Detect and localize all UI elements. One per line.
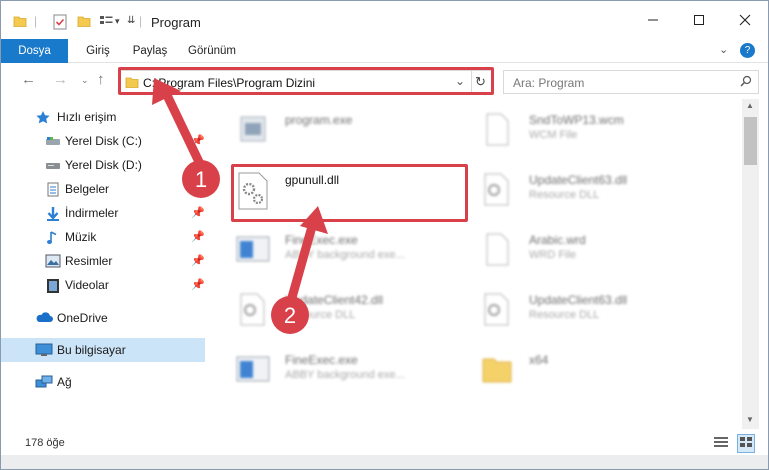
file-list: program.exe SndToWP13.wcm WCM File gpunu… — [207, 99, 742, 429]
dll-gear-icon — [479, 291, 519, 331]
close-button[interactable] — [722, 1, 768, 39]
file-highlight-box — [231, 164, 468, 222]
search-placeholder: Ara: Program — [513, 76, 585, 90]
list-item[interactable]: UpdateClient63.dll Resource DLL — [479, 285, 719, 339]
expand-ribbon-icon[interactable]: ⌄ — [719, 43, 728, 56]
status-bar: 178 öğe — [1, 431, 768, 455]
view-icon[interactable] — [99, 14, 113, 30]
sidebar-item-documents[interactable]: Belgeler — [1, 177, 205, 201]
title-bar: | ▾ ⇊ | Program — [1, 1, 768, 39]
list-item[interactable]: FineExec.exe ABBY background exe... — [235, 345, 475, 399]
folder-icon — [479, 351, 519, 391]
window-title: Program — [151, 15, 201, 30]
videos-icon — [45, 278, 61, 293]
pin-icon[interactable]: 📌 — [191, 206, 205, 219]
back-icon[interactable]: ← — [21, 71, 36, 88]
list-item[interactable]: UpdateClient42.dll Resource DLL — [235, 285, 475, 339]
help-icon[interactable]: ? — [740, 43, 755, 58]
list-item[interactable]: x64 — [479, 345, 719, 399]
close-icon — [739, 14, 751, 26]
pin-icon[interactable]: 📌 — [191, 134, 205, 147]
up-icon[interactable]: ↑ — [97, 71, 105, 88]
file-icon — [479, 111, 519, 151]
scroll-up-icon[interactable]: ▲ — [746, 101, 754, 110]
tab-giris[interactable]: Giriş — [73, 39, 123, 63]
list-item[interactable]: UpdateClient63.dll Resource DLL — [479, 165, 719, 219]
sidebar-item-downloads[interactable]: İndirmeler 📌 — [1, 201, 205, 225]
chevron-down-icon[interactable]: ⌄ — [81, 75, 89, 86]
maximize-icon — [694, 15, 704, 25]
scroll-down-icon[interactable]: ▼ — [746, 415, 754, 424]
details-view-icon[interactable] — [713, 435, 729, 452]
navigation-pane: Hızlı erişim Yerel Disk (C:) 📌 Yerel Dis… — [1, 99, 207, 429]
documents-icon — [45, 182, 61, 197]
search-box[interactable]: Ara: Program — [503, 70, 759, 94]
download-icon — [45, 206, 61, 221]
cloud-icon — [35, 311, 53, 325]
sidebar-item-videos[interactable]: Videolar 📌 — [1, 273, 205, 297]
file-icon — [479, 231, 519, 271]
new-folder-icon[interactable] — [77, 14, 91, 30]
drive-icon — [45, 158, 61, 172]
customize-toolbar-icon[interactable]: ⇊ — [127, 15, 135, 31]
dll-gear-icon — [479, 171, 519, 211]
drive-icon — [45, 134, 61, 148]
vertical-scrollbar[interactable]: ▲ ▼ — [742, 99, 759, 429]
sidebar-item-onedrive[interactable]: OneDrive — [1, 306, 205, 330]
sidebar-item-quick-access[interactable]: Hızlı erişim — [1, 105, 205, 129]
list-item[interactable]: FineExec.exe ABBY background exe... — [235, 225, 475, 279]
app-window-icon — [235, 231, 275, 271]
tab-gorunum[interactable]: Görünüm — [181, 39, 243, 63]
maximize-button[interactable] — [676, 1, 722, 39]
minimize-button[interactable] — [630, 1, 676, 39]
folder-icon[interactable] — [13, 14, 27, 30]
sidebar-item-music[interactable]: Müzik 📌 — [1, 225, 205, 249]
address-highlight-box — [118, 67, 494, 95]
pictures-icon — [45, 254, 61, 268]
scroll-thumb[interactable] — [744, 117, 757, 165]
separator: | — [34, 14, 38, 28]
sidebar-item-local-disk-c[interactable]: Yerel Disk (C:) 📌 — [1, 129, 205, 153]
pin-icon[interactable]: 📌 — [191, 278, 205, 291]
list-item[interactable]: Arabic.wrd WRD File — [479, 225, 719, 279]
forward-icon[interactable]: → — [53, 71, 68, 88]
dll-gear-icon — [235, 291, 275, 331]
pin-icon[interactable]: 📌 — [191, 230, 205, 243]
ribbon-tabs: Dosya Giriş Paylaş Görünüm ⌄ ? — [1, 39, 768, 93]
star-icon — [35, 110, 51, 124]
app-window-icon — [235, 351, 275, 391]
item-count: 178 öğe — [25, 437, 65, 449]
list-item[interactable]: program.exe — [235, 105, 475, 159]
sidebar-item-network[interactable]: Ağ — [1, 370, 205, 394]
large-icons-view-icon[interactable] — [737, 434, 755, 453]
list-item[interactable]: SndToWP13.wcm WCM File — [479, 105, 719, 159]
search-icon[interactable] — [740, 75, 752, 90]
sidebar-item-this-pc[interactable]: Bu bilgisayar — [1, 338, 205, 362]
bottom-edge — [1, 455, 768, 469]
sidebar-item-local-disk-d[interactable]: Yerel Disk (D:) — [1, 153, 205, 177]
pin-icon[interactable]: 📌 — [191, 254, 205, 267]
minimize-icon — [648, 19, 658, 21]
executable-icon — [235, 111, 275, 151]
tab-paylas[interactable]: Paylaş — [125, 39, 175, 63]
file-explorer-window: | ▾ ⇊ | Program Dosya Giriş Paylaş Görün… — [0, 0, 769, 470]
network-icon — [35, 375, 53, 389]
music-icon — [45, 230, 61, 244]
properties-icon[interactable] — [53, 14, 67, 30]
chevron-down-icon[interactable]: ▾ — [115, 16, 120, 32]
computer-icon — [35, 343, 53, 357]
sidebar-item-pictures[interactable]: Resimler 📌 — [1, 249, 205, 273]
separator: | — [139, 14, 143, 28]
